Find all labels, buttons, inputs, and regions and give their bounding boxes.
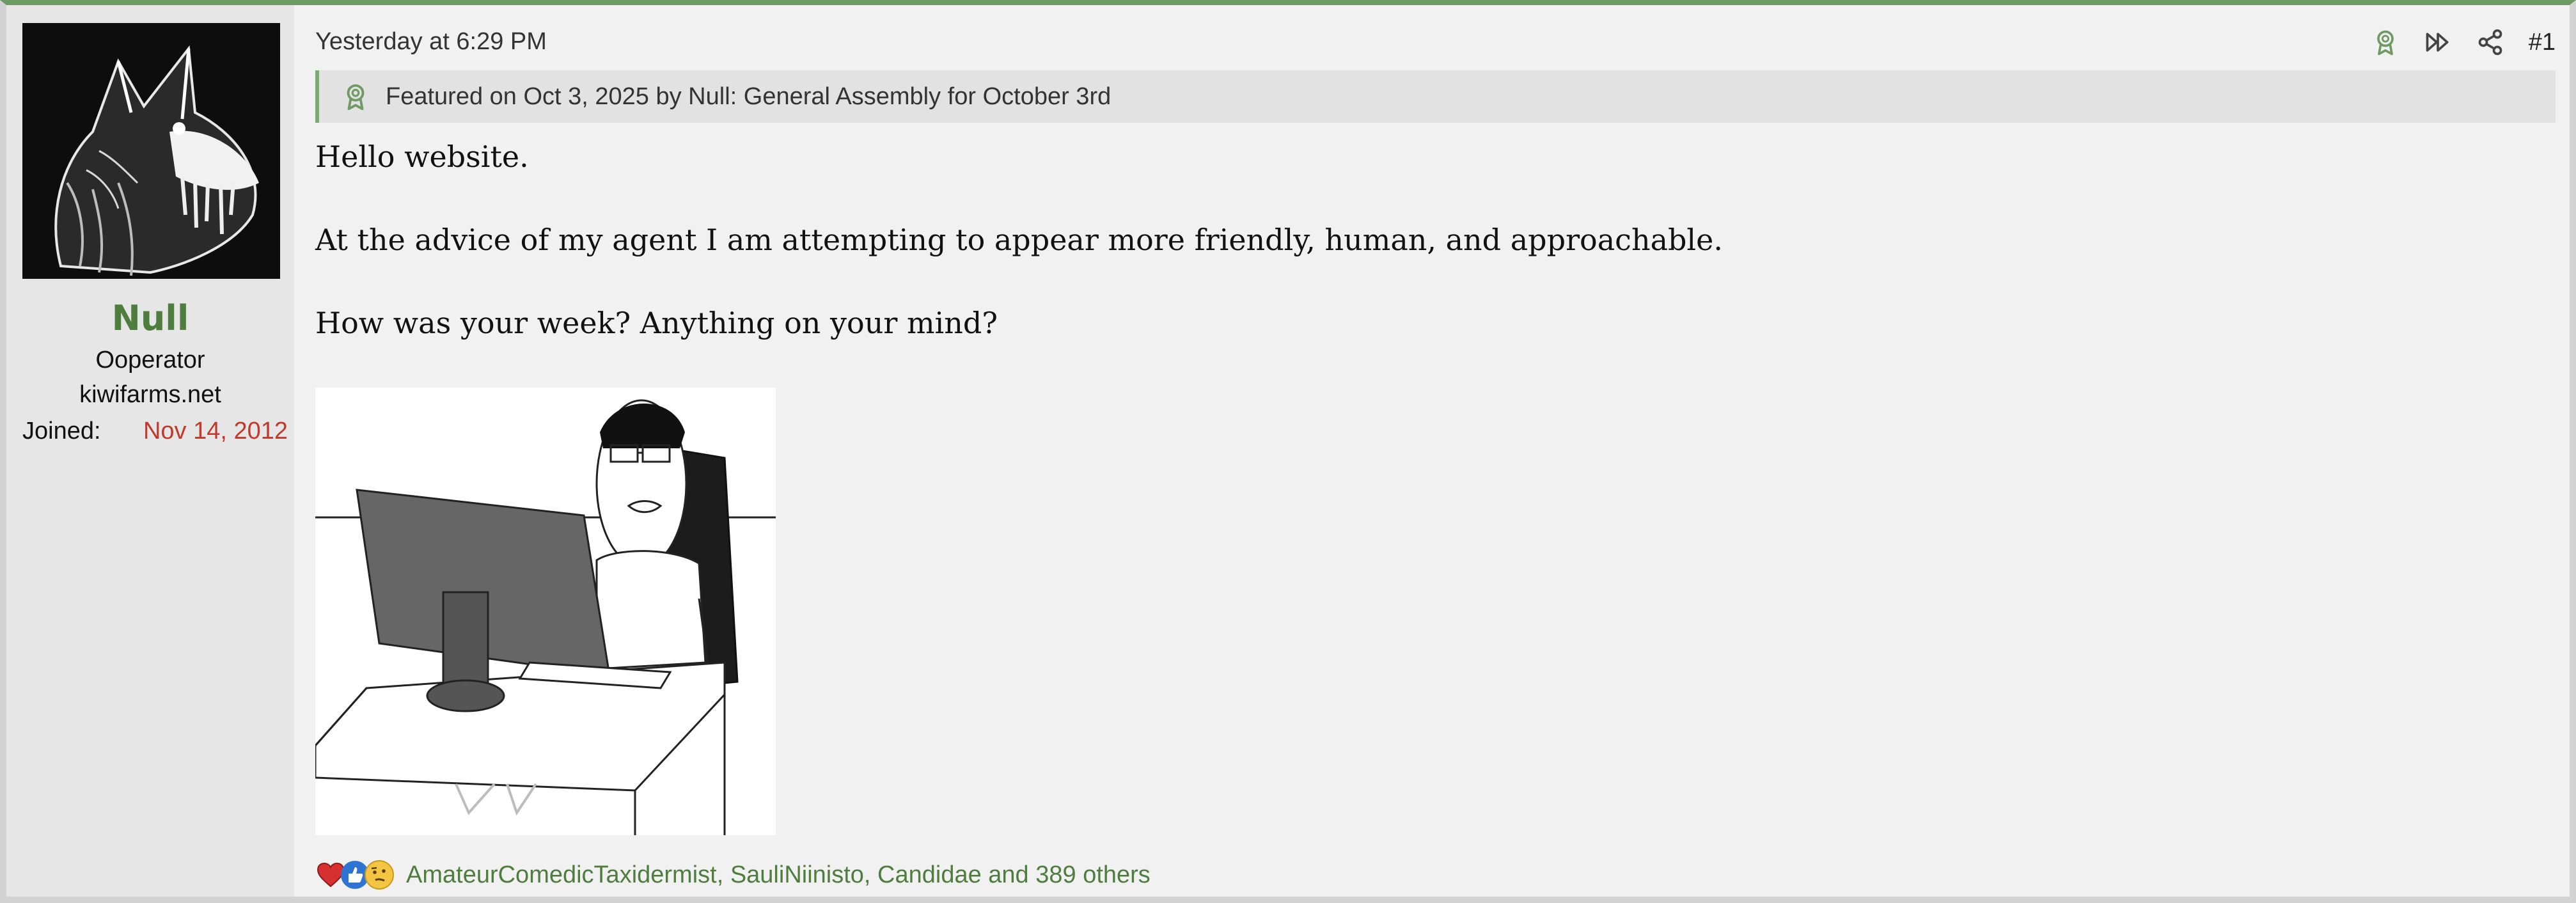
featured-badge [341,82,370,111]
award-ribbon-icon [2376,30,2394,56]
fast-forward-icon [2426,33,2449,52]
joined-label: Joined: [22,418,101,444]
username[interactable]: Null [6,298,294,338]
joined-row: Joined: Nov 14, 2012 [22,418,288,450]
post-line: Hello website. [315,139,529,174]
user-title: Ooperator [95,347,205,373]
post-main: Yesterday at 6:29 PM #1 Featured on Oct … [309,5,2570,897]
wojak-computer-image [315,388,776,835]
avatar[interactable] [22,23,280,279]
wolf-avatar-image [22,23,280,279]
post-image[interactable] [315,388,776,835]
reaction-icons[interactable] [315,860,394,890]
post-actions: #1 [2347,24,2556,60]
post-line: At the advice of my agent I am attemptin… [315,223,1723,257]
forum-post: Null Ooperator kiwifarms.net Joined: Nov… [0,0,2576,903]
share-button[interactable] [2476,24,2504,60]
award-ribbon-icon [347,84,365,111]
reactions-bar: AmateurComedicTaxidermist, SauliNiinisto… [315,857,1151,893]
post-timestamp[interactable]: Yesterday at 6:29 PM [315,28,547,56]
thinking-face-icon [364,860,395,890]
share-icon [2478,29,2502,56]
joined-date: Nov 14, 2012 [143,418,288,444]
post-number-link[interactable]: #1 [2529,29,2556,56]
reaction-users-link[interactable]: AmateurComedicTaxidermist, SauliNiinisto… [406,861,1151,889]
user-sidebar: Null Ooperator kiwifarms.net Joined: Nov… [6,5,294,897]
featured-text[interactable]: Featured on Oct 3, 2025 by Null: General… [386,83,1111,111]
featured-banner: Featured on Oct 3, 2025 by Null: General… [315,70,2556,123]
post-line: How was your week? Anything on your mind… [315,306,998,340]
featured-action[interactable] [2371,24,2399,60]
jump-to-next-button[interactable] [2424,24,2452,60]
user-site: kiwifarms.net [79,381,221,408]
